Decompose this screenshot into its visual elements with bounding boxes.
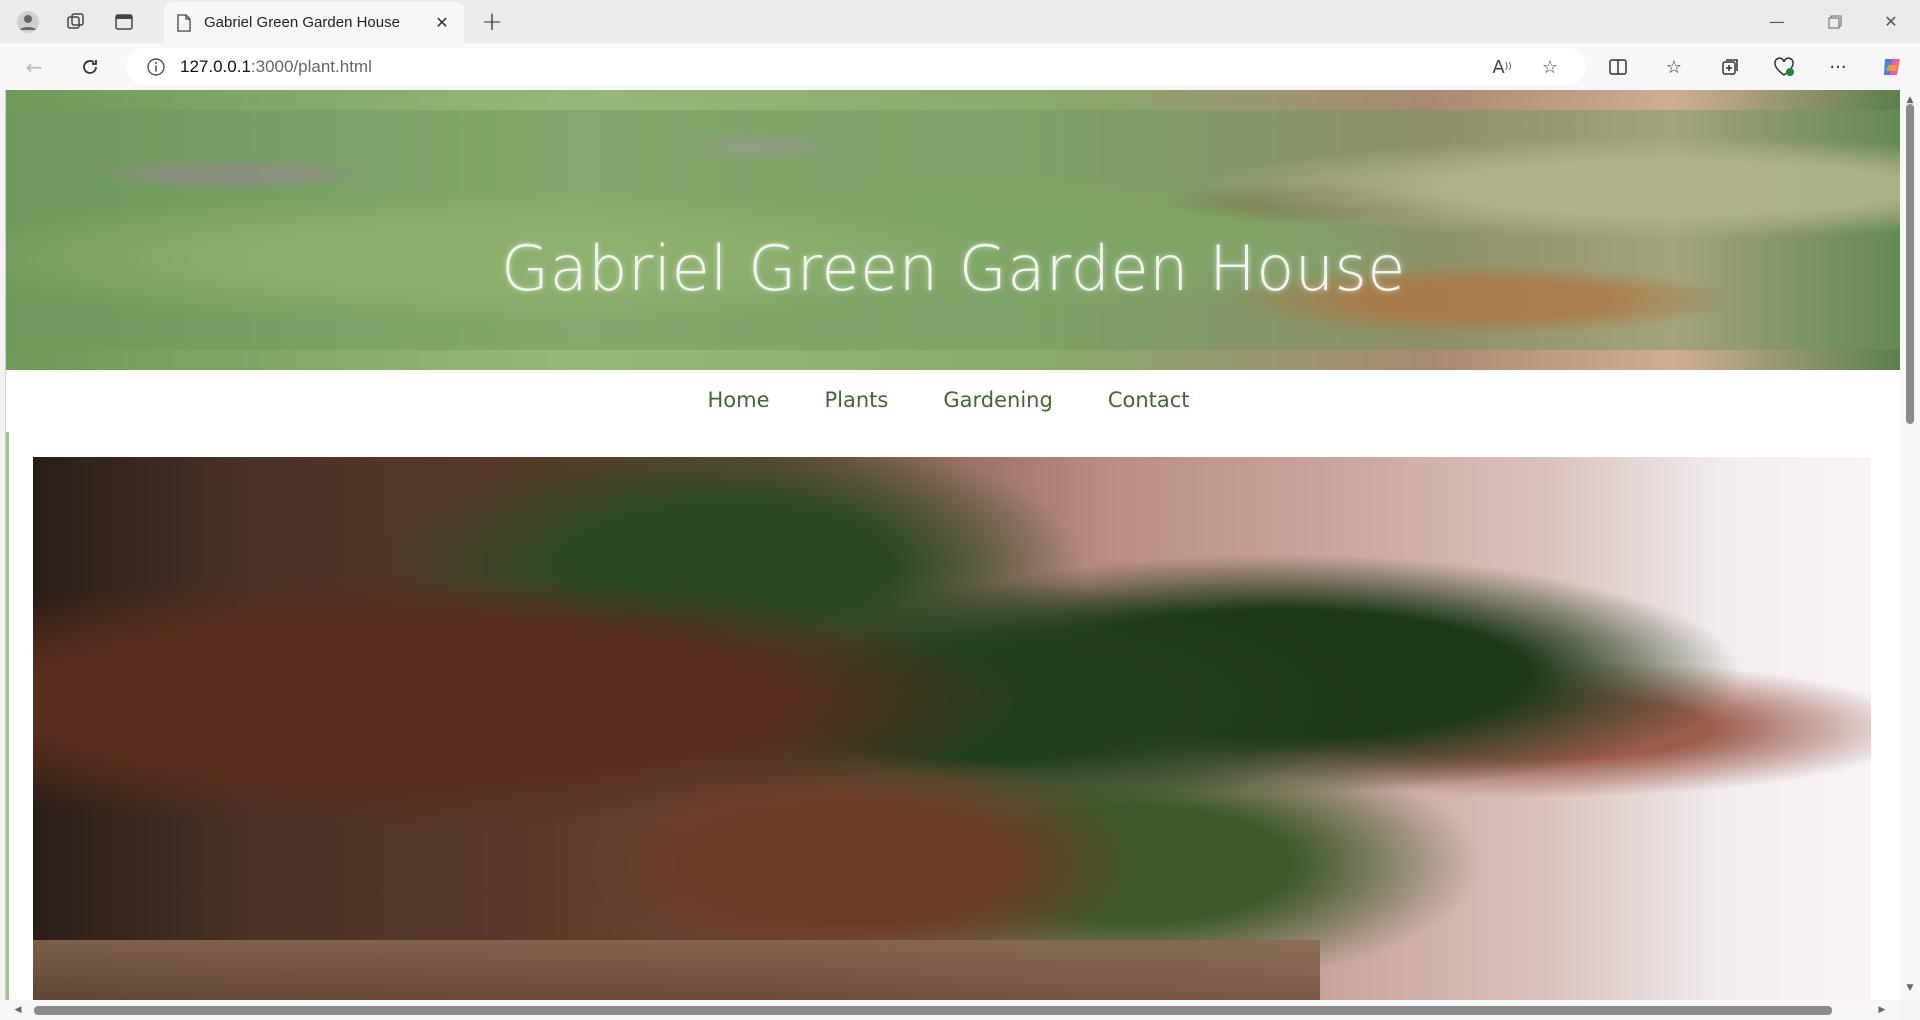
close-window-icon[interactable]: ✕: [1862, 0, 1920, 43]
url-text[interactable]: 127.0.0.1:3000/plant.html: [180, 57, 372, 77]
minimize-icon[interactable]: —: [1748, 0, 1806, 43]
vertical-tabs-icon[interactable]: [104, 6, 144, 38]
scroll-down-icon[interactable]: ▼: [1904, 982, 1916, 994]
workspaces-icon[interactable]: [56, 6, 96, 38]
toolbar: ← 127.0.0.1:3000/plant.html A)) ☆ ☆ ···: [0, 43, 1920, 90]
shelf: [33, 940, 1320, 1000]
new-tab-icon[interactable]: +: [476, 6, 508, 38]
potted-plants-photo: [33, 457, 1871, 1000]
split-screen-icon[interactable]: [1600, 51, 1636, 83]
site-title: Gabriel Green Garden House: [501, 231, 1406, 305]
site-info-icon[interactable]: [146, 57, 166, 77]
address-bar[interactable]: 127.0.0.1:3000/plant.html A)) ☆: [126, 48, 1586, 85]
nav-contact[interactable]: Contact: [1108, 388, 1190, 412]
page-icon: [177, 13, 191, 32]
browser-essentials-icon[interactable]: [1766, 51, 1802, 83]
scroll-left-icon[interactable]: ◀: [12, 1004, 24, 1016]
header-banner-image: Gabriel Green Garden House: [6, 90, 1900, 370]
tab-title: Gabriel Green Garden House: [204, 14, 400, 31]
site-navigation: Home Plants Gardening Contact: [6, 370, 1900, 430]
restore-icon[interactable]: [1806, 0, 1864, 43]
vertical-scrollbar[interactable]: ▲ ▼: [1900, 90, 1920, 1000]
page-viewport: Gabriel Green Garden House Home Plants G…: [5, 90, 1900, 1000]
left-accent-rule: [6, 432, 9, 1000]
nav-home[interactable]: Home: [707, 388, 769, 412]
scroll-right-icon[interactable]: ▶: [1876, 1004, 1888, 1016]
refresh-icon[interactable]: [72, 51, 108, 83]
more-options-icon[interactable]: ···: [1820, 51, 1856, 83]
back-icon[interactable]: ←: [16, 51, 52, 83]
read-aloud-icon[interactable]: A)): [1488, 55, 1516, 79]
collections-icon[interactable]: [1712, 51, 1748, 83]
tab-strip: Gabriel Green Garden House ✕ + — ✕: [0, 0, 1920, 43]
horizontal-scrollbar[interactable]: ◀ ▶: [0, 1000, 1900, 1020]
close-tab-icon[interactable]: ✕: [428, 9, 456, 37]
favorites-icon[interactable]: ☆: [1656, 51, 1692, 83]
profile-icon[interactable]: [8, 6, 48, 38]
vertical-scroll-thumb[interactable]: [1906, 104, 1914, 424]
active-tab[interactable]: Gabriel Green Garden House ✕: [164, 2, 464, 43]
nav-gardening[interactable]: Gardening: [943, 388, 1052, 412]
copilot-icon[interactable]: [1874, 51, 1910, 83]
header-overlay: [6, 110, 1900, 350]
favorite-star-icon[interactable]: ☆: [1536, 55, 1564, 79]
nav-plants[interactable]: Plants: [825, 388, 889, 412]
horizontal-scroll-thumb[interactable]: [34, 1006, 1832, 1015]
